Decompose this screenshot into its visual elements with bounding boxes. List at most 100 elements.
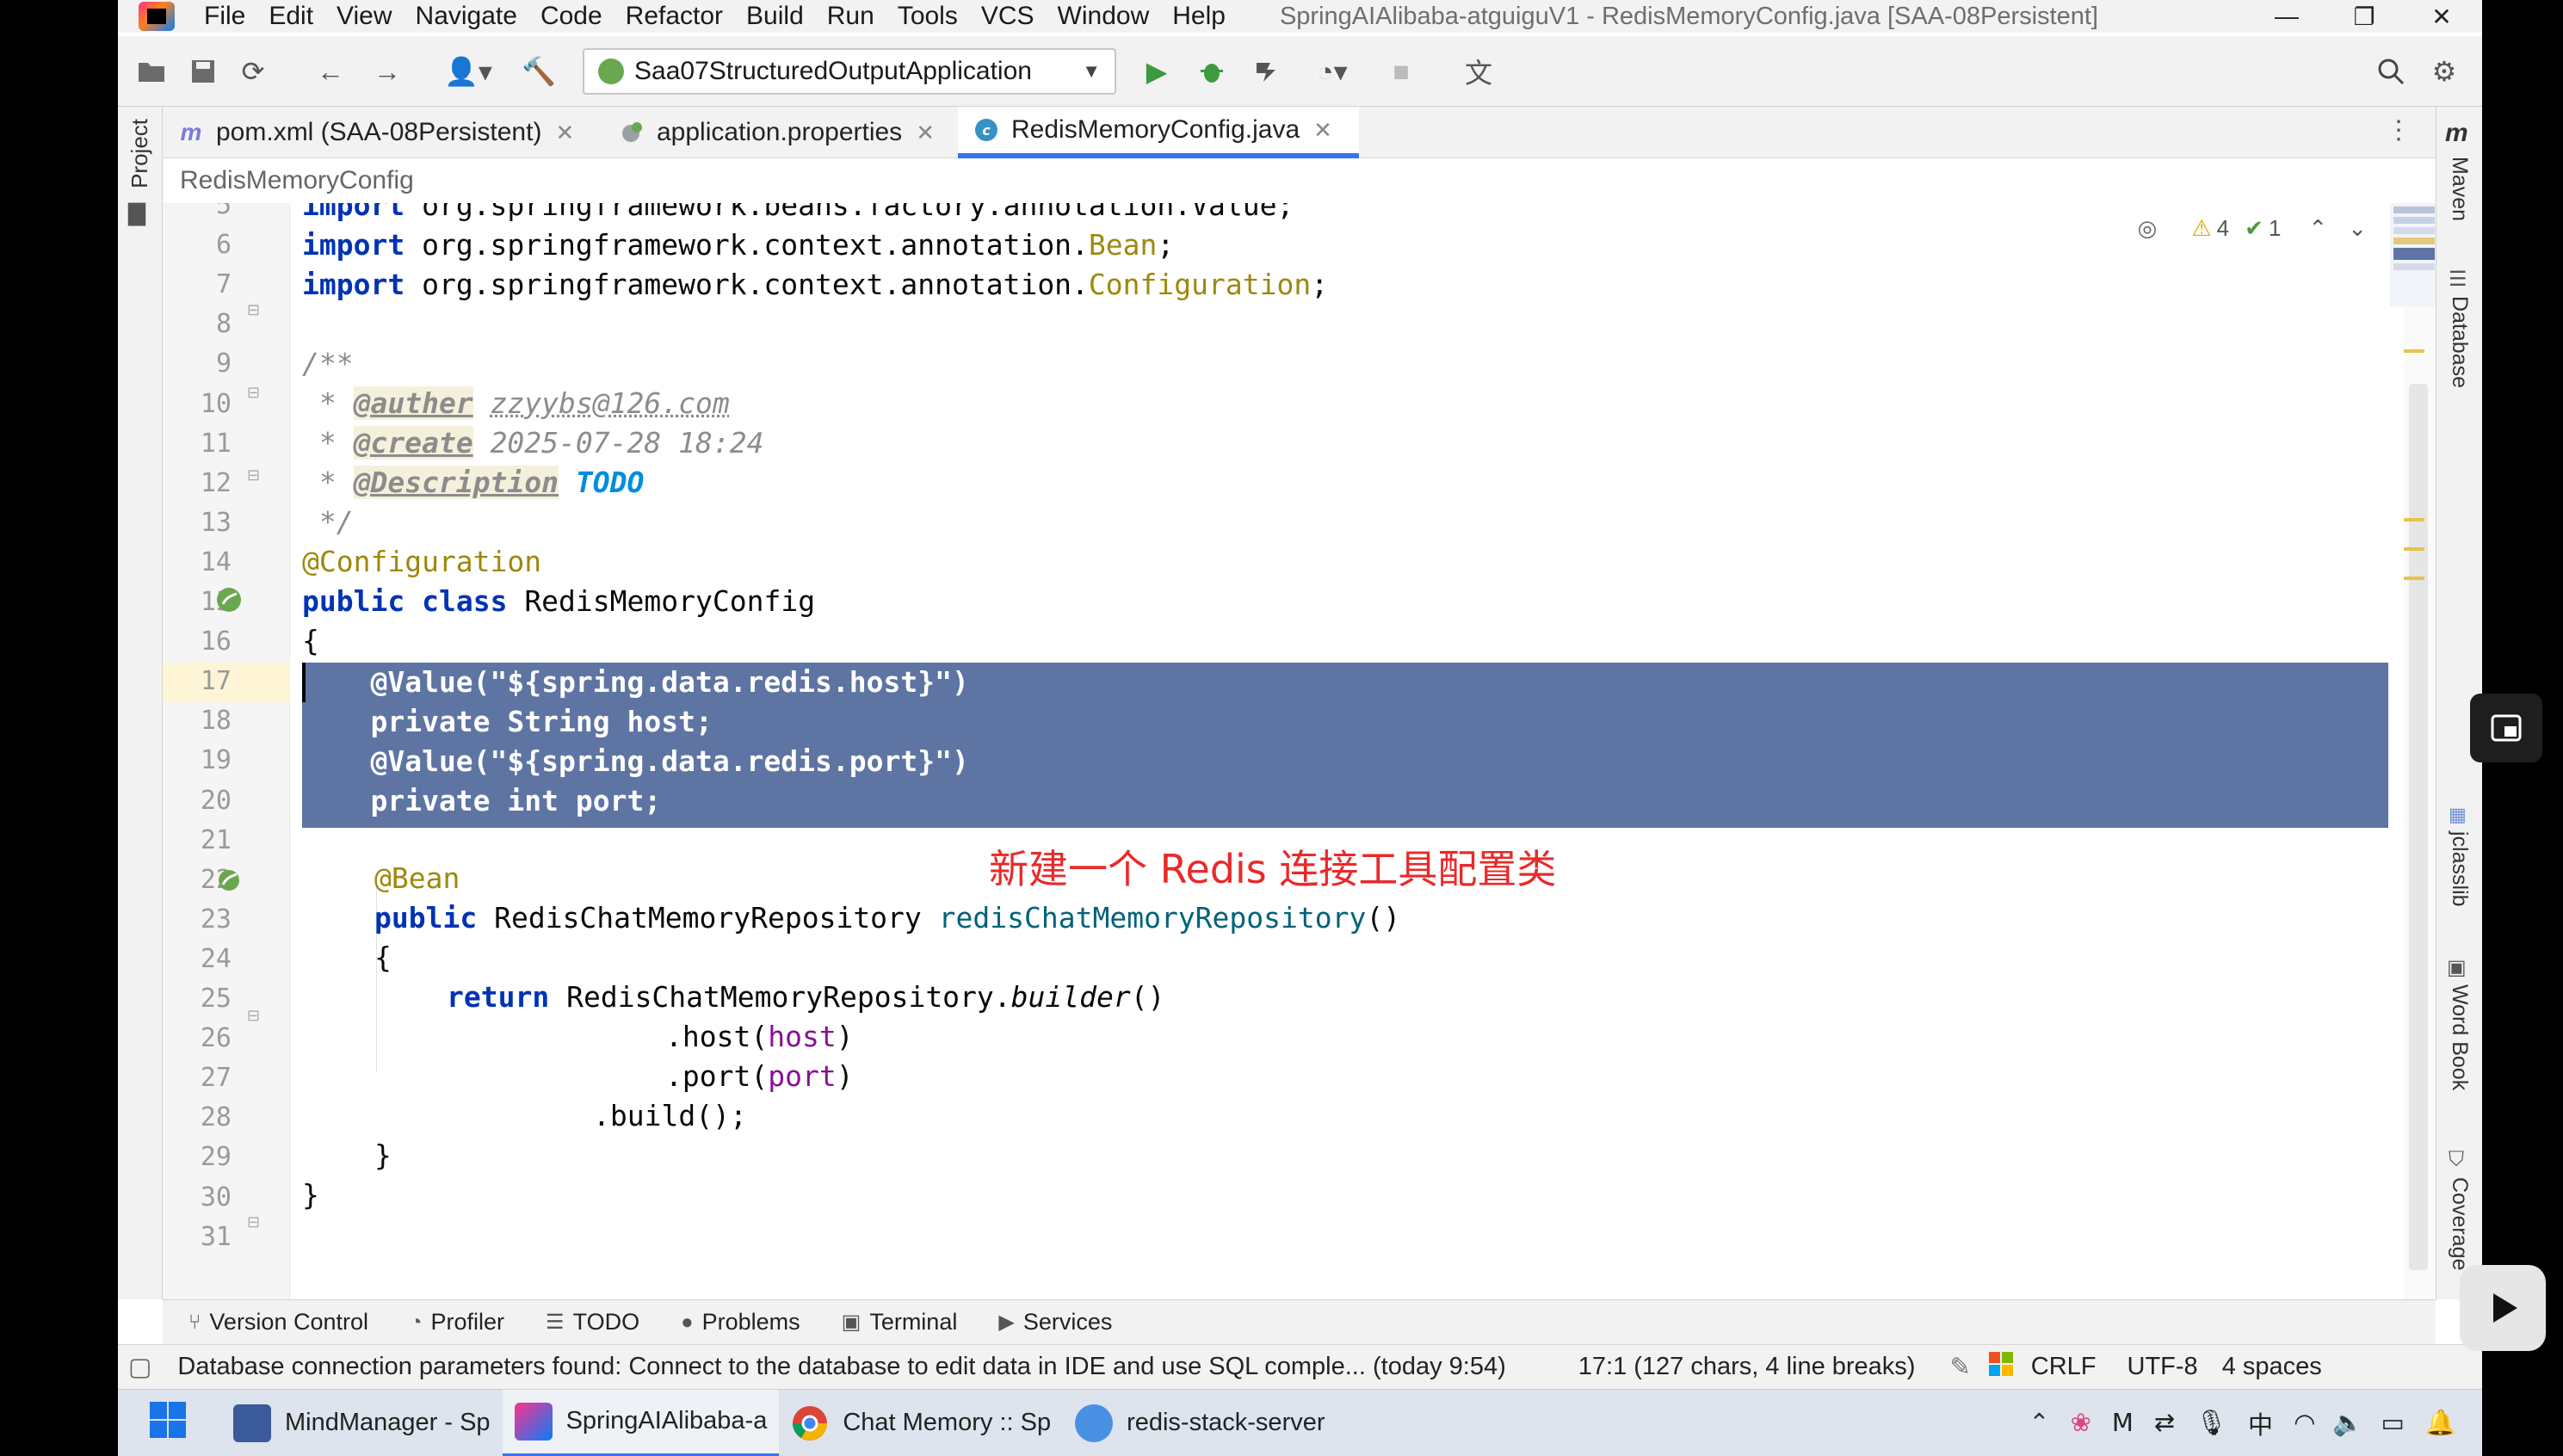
code-line-12[interactable]: * @Description TODO xyxy=(302,463,644,503)
volume-icon[interactable]: 🔈 xyxy=(2332,1409,2363,1438)
translate-icon[interactable]: 文 xyxy=(1461,53,1497,89)
code-line-16[interactable]: { xyxy=(302,621,319,661)
tab-application-properties[interactable]: application.properties ✕ xyxy=(603,107,954,158)
scrollbar-thumb[interactable] xyxy=(2409,384,2428,1270)
taskbar-intellij[interactable]: SpringAIAlibaba-a xyxy=(502,1389,780,1456)
chevron-down-icon[interactable]: ⌄ xyxy=(2348,215,2367,242)
project-tool-button[interactable]: Project xyxy=(127,119,153,188)
coverage-icon[interactable] xyxy=(1249,53,1285,89)
indent-setting[interactable]: 4 spaces xyxy=(2222,1353,2322,1381)
tray-app-icon[interactable]: ❀ xyxy=(2071,1408,2091,1438)
stop-icon[interactable]: ■ xyxy=(1383,53,1419,89)
fold-marker-icon[interactable]: ⊟ xyxy=(247,1213,260,1231)
code-line-22[interactable]: @Bean xyxy=(374,859,460,898)
menu-tools[interactable]: Tools xyxy=(898,2,958,31)
profile-icon[interactable]: ◔▾ xyxy=(1302,53,1362,89)
line-separator[interactable]: CRLF xyxy=(2031,1353,2097,1381)
warning-marker[interactable] xyxy=(2404,547,2424,551)
more-tabs-icon[interactable]: ⋮ xyxy=(2386,115,2412,145)
warning-marker[interactable] xyxy=(2404,577,2424,580)
code-line-18[interactable]: private String host; xyxy=(302,702,712,742)
spellcheck-icon[interactable]: ✎ xyxy=(1949,1352,1970,1382)
build-hammer-icon[interactable]: 🔨 xyxy=(521,53,557,89)
debug-icon[interactable] xyxy=(1194,53,1230,89)
maven-tool-button[interactable]: Maven xyxy=(2447,157,2472,221)
run-config-select[interactable]: Saa07StructuredOutputApplication ▼ xyxy=(583,48,1116,95)
menu-help[interactable]: Help xyxy=(1172,2,1226,31)
close-icon[interactable]: ✕ xyxy=(916,120,935,146)
database-tool-button[interactable]: Database xyxy=(2447,296,2472,388)
close-icon[interactable]: ✕ xyxy=(555,120,574,146)
menu-run[interactable]: Run xyxy=(827,2,874,31)
taskbar-mindmanager[interactable]: MindManager - Sp xyxy=(221,1390,503,1456)
fold-marker-icon[interactable]: ⊟ xyxy=(247,301,260,319)
inspections-widget[interactable]: ◎ ⚠ 4 ✔ 1 ⌃ ⌄ xyxy=(2138,215,2367,242)
search-icon[interactable] xyxy=(2373,53,2409,89)
file-encoding[interactable]: UTF-8 xyxy=(2128,1353,2198,1381)
code-line-15[interactable]: public class RedisMemoryConfig xyxy=(302,582,815,621)
code-line-27[interactable]: .port(port) xyxy=(665,1057,854,1096)
todo-button[interactable]: ☰ TODO xyxy=(546,1309,639,1336)
code-line-13[interactable]: */ xyxy=(302,503,354,542)
services-button[interactable]: ▶ Services xyxy=(998,1309,1112,1336)
tray-network-switch-icon[interactable]: ⇄ xyxy=(2154,1408,2175,1438)
text-selection[interactable]: @Value("${spring.data.redis.host}") priv… xyxy=(302,663,2388,828)
status-message[interactable]: Database connection parameters found: Co… xyxy=(177,1353,1505,1381)
menu-code[interactable]: Code xyxy=(540,2,602,31)
code-line-26[interactable]: .host(host) xyxy=(665,1017,854,1057)
coverage-tool-button[interactable]: Coverage xyxy=(2447,1177,2472,1270)
maximize-button[interactable]: ❐ xyxy=(2330,0,2399,33)
run-icon[interactable]: ▶ xyxy=(1139,53,1175,89)
code-line-7[interactable]: import org.springframework.context.annot… xyxy=(302,265,1328,305)
jclasslib-tool-button[interactable]: jclasslib xyxy=(2447,831,2472,907)
microphone-icon[interactable]: 🎙 xyxy=(2196,1409,2227,1438)
code-line-30[interactable]: } xyxy=(302,1175,319,1215)
video-play-button[interactable] xyxy=(2460,1265,2546,1351)
spring-bean-gutter-icon[interactable] xyxy=(214,866,244,899)
close-icon[interactable]: ✕ xyxy=(1313,117,1332,144)
close-window-button[interactable]: ✕ xyxy=(2407,0,2476,33)
code-line-23[interactable]: public RedisChatMemoryRepository redisCh… xyxy=(374,898,1400,938)
version-control-button[interactable]: ⑂ Version Control xyxy=(188,1309,368,1336)
start-button[interactable] xyxy=(149,1401,187,1446)
battery-icon[interactable]: ▭ xyxy=(2381,1408,2404,1438)
screenshot-float-button[interactable] xyxy=(2470,694,2542,762)
tray-chevron-up-icon[interactable]: ⌃ xyxy=(2029,1408,2049,1438)
reader-mode-icon[interactable]: ◎ xyxy=(2138,215,2158,242)
taskbar-chrome[interactable]: Chat Memory :: Sp xyxy=(779,1390,1063,1456)
intellij-logo-icon[interactable] xyxy=(139,2,175,31)
menu-view[interactable]: View xyxy=(337,2,392,31)
editor-scrollbar[interactable] xyxy=(2404,203,2435,1299)
code-minimap[interactable] xyxy=(2390,203,2436,306)
settings-gear-icon[interactable]: ⚙ xyxy=(2426,53,2462,89)
menu-window[interactable]: Window xyxy=(1058,2,1150,31)
profiler-button[interactable]: ◔ Profiler xyxy=(410,1309,504,1336)
warning-marker[interactable] xyxy=(2404,518,2424,521)
word-book-tool-button[interactable]: Word Book xyxy=(2447,984,2472,1090)
taskbar-redis[interactable]: redis-stack-server xyxy=(1063,1390,1337,1456)
minimize-button[interactable]: — xyxy=(2252,0,2321,33)
menu-refactor[interactable]: Refactor xyxy=(626,2,723,31)
code-line-10[interactable]: * @auther zzyybs@126.com xyxy=(302,384,730,423)
code-line-20[interactable]: private int port; xyxy=(302,781,661,821)
status-toggle-icon[interactable]: ▢ xyxy=(128,1352,151,1382)
back-arrow-icon[interactable]: ← xyxy=(312,53,349,89)
code-line-9[interactable]: /** xyxy=(302,344,354,384)
code-line-11[interactable]: * @create 2025-07-28 18:24 xyxy=(302,423,763,463)
tab-pom-xml[interactable]: m pom.xml (SAA-08Persistent) ✕ xyxy=(163,107,600,158)
open-folder-icon[interactable] xyxy=(133,53,170,89)
menu-file[interactable]: File xyxy=(204,2,245,31)
code-line-25[interactable]: return RedisChatMemoryRepository.builder… xyxy=(447,978,1165,1017)
terminal-button[interactable]: ▣ Terminal xyxy=(842,1309,958,1336)
breadcrumb[interactable]: RedisMemoryConfig xyxy=(163,158,2436,203)
fold-marker-icon[interactable]: ⊟ xyxy=(247,466,260,484)
menu-build[interactable]: Build xyxy=(746,2,804,31)
code-line-6[interactable]: import org.springframework.context.annot… xyxy=(302,225,1174,265)
code-line-29[interactable]: } xyxy=(374,1136,392,1175)
code-line-5[interactable]: import org.springframework.beans.factory… xyxy=(302,203,1294,225)
tab-redis-memory-config[interactable]: c RedisMemoryConfig.java ✕ xyxy=(958,107,1359,158)
input-method-indicator[interactable]: 中 xyxy=(2248,1405,2273,1441)
code-line-19[interactable]: @Value("${spring.data.redis.port}") xyxy=(302,742,968,781)
sync-icon[interactable]: ⟳ xyxy=(235,53,271,89)
tray-app-icon[interactable]: Ⅿ xyxy=(2112,1408,2134,1438)
